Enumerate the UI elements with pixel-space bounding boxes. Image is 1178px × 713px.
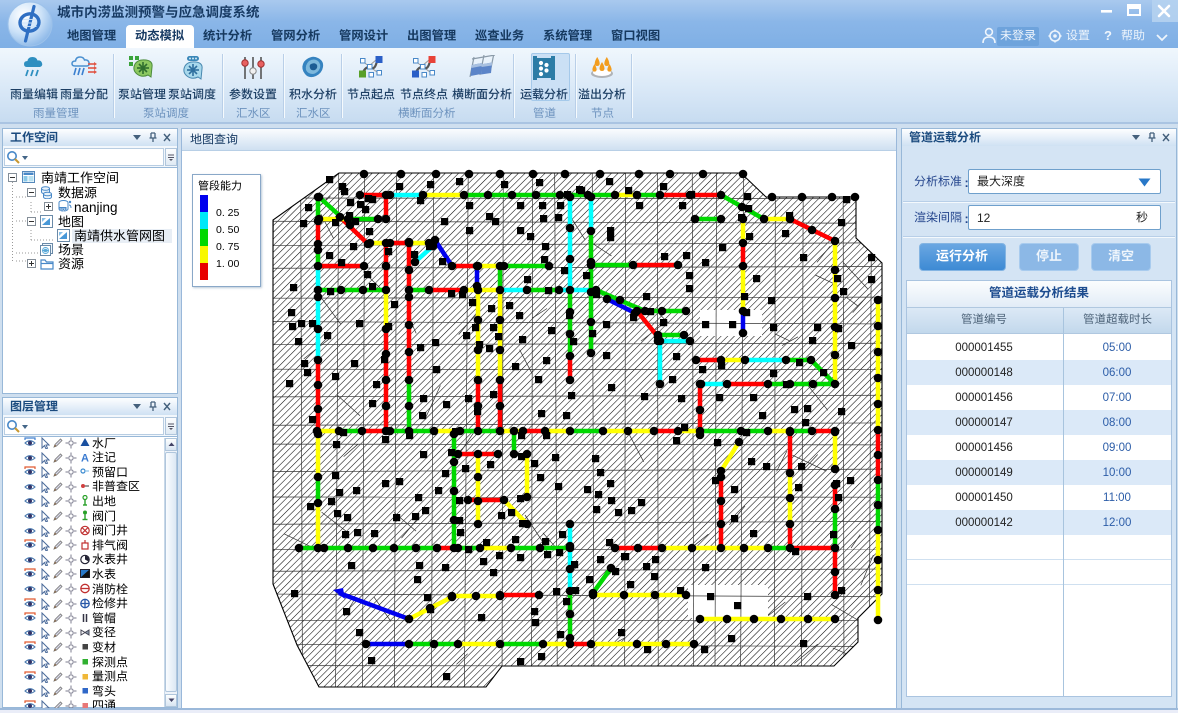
svg-text:SQL: SQL bbox=[59, 208, 66, 212]
svg-text:A: A bbox=[81, 453, 89, 464]
